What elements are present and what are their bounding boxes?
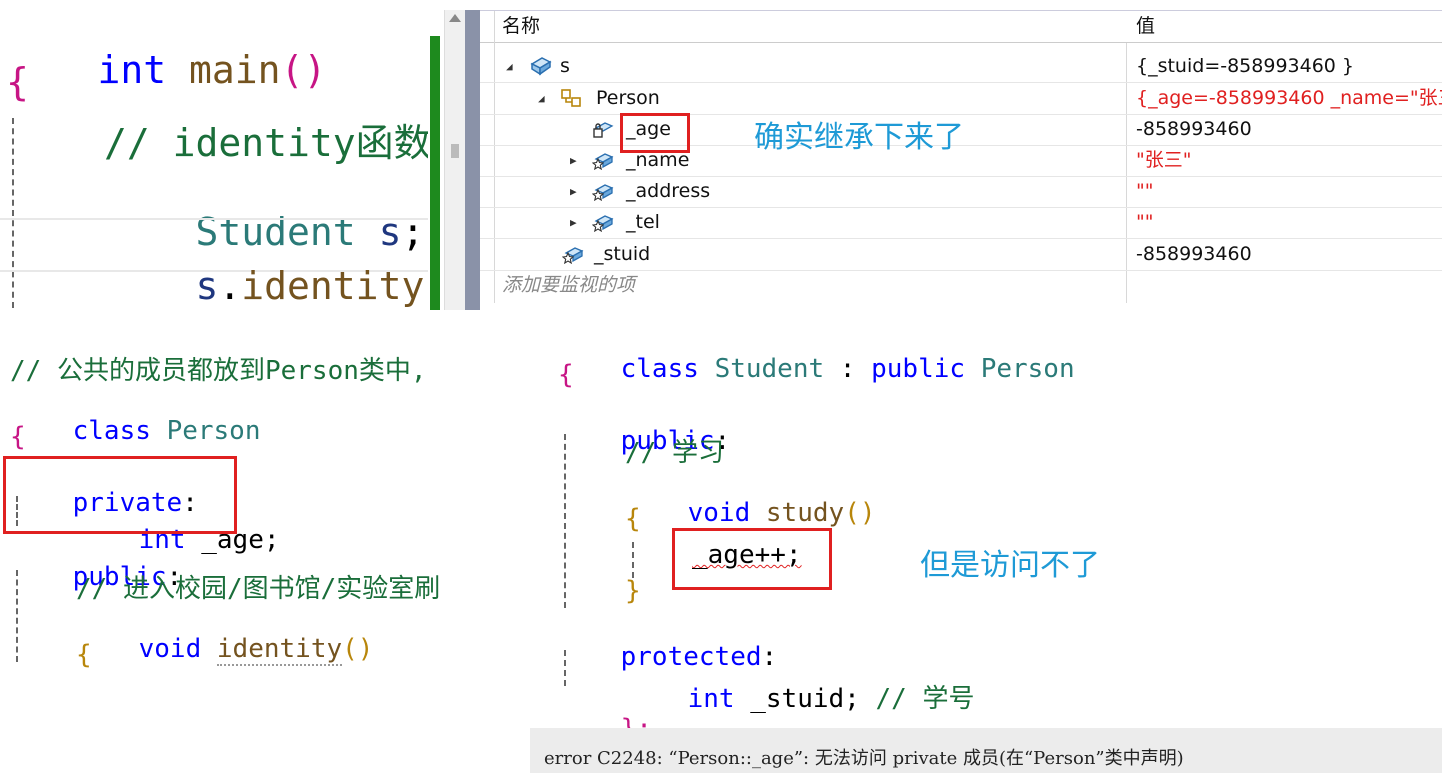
identity-signature-line: void identity() [76, 604, 373, 670]
collapse-triangle-icon[interactable]: ◢ [538, 83, 545, 114]
protected-field-icon [592, 215, 614, 232]
member-stuid: _stuid; [750, 684, 860, 714]
type-person: Person [980, 354, 1075, 384]
row-name: _tel [626, 211, 660, 233]
row-value: {_stuid=-858993460 } [1136, 55, 1355, 77]
row-value: "" [1136, 211, 1154, 233]
row-value: -858993460 [1136, 243, 1252, 265]
student-close-brace: }; [558, 684, 652, 730]
keyword-int: int [687, 684, 735, 714]
protected-field-icon [592, 153, 614, 170]
function-identity: identity [216, 634, 343, 666]
row-value: {_age=-858993460 _name="张三" [1136, 87, 1442, 109]
annotation-inherited: 确实继承下来了 [754, 120, 964, 155]
watch-row-person[interactable]: ◢ Person {_age=-858993460 _name="张三" [480, 83, 1442, 115]
row-value: "" [1136, 180, 1154, 202]
watch-row-stuid[interactable]: _stuid -858993460 [480, 239, 1442, 271]
error-bar: error C2248: “Person::_age”: 无法访问 privat… [530, 728, 1442, 773]
row-name: s [560, 55, 570, 77]
add-watch-row[interactable]: 添加要监视的项 [480, 270, 1442, 301]
protected-field-icon [562, 247, 584, 264]
protected-field-icon [592, 184, 614, 201]
splitter[interactable] [465, 10, 480, 310]
row-value: -858993460 [1136, 118, 1252, 140]
main-open-brace: { [6, 60, 29, 104]
keyword-int: int [97, 48, 167, 92]
watch-row-tel[interactable]: ▶ _tel "" [480, 207, 1442, 239]
identity-call-line: s.identity(); [104, 220, 428, 310]
call-parens: () [424, 264, 428, 308]
function-study: study [765, 498, 845, 528]
watch-row-s[interactable]: ◢ s {_stuid=-858993460 } [480, 51, 1442, 83]
comment-stuid: // 学号 [875, 684, 975, 714]
object-icon [530, 57, 552, 76]
indent-guide [12, 118, 14, 308]
indent-guide [16, 570, 18, 662]
call-object: s [195, 264, 219, 308]
type-student: Student [714, 354, 825, 384]
watch-header: 名称 值 [480, 11, 1442, 43]
row-name: _stuid [594, 243, 651, 265]
inheritance-colon: : [839, 354, 856, 384]
indent-guide [564, 650, 566, 686]
change-indicator-bar [430, 36, 440, 310]
keyword-class: class [72, 416, 151, 446]
student-open-brace: { [558, 360, 574, 390]
person-open-brace: { [10, 422, 26, 452]
student-class-code: class Student : public Person { public: … [530, 310, 1442, 730]
expand-triangle-icon[interactable]: ▶ [570, 176, 577, 207]
row-value: "张三" [1136, 149, 1192, 171]
scroll-up-arrow-icon[interactable] [449, 14, 461, 22]
keyword-class: class [620, 354, 699, 384]
age-highlight-box [620, 113, 690, 153]
person-class-code: // 公共的成员都放到Person类中, class Person { priv… [0, 340, 452, 670]
header-value[interactable]: 值 [1136, 11, 1155, 42]
comment-person-members: // 公共的成员都放到Person类中, [10, 356, 427, 386]
call-function-identity: identity [241, 264, 425, 308]
indent-guide [632, 542, 634, 578]
top-code-editor: int main() { // identity函数 Student s; s.… [0, 0, 428, 310]
row-name: _address [626, 180, 711, 202]
parens: () [342, 634, 374, 664]
identity-open-brace: { [76, 640, 92, 670]
keyword-public: public [871, 354, 966, 384]
keyword-void: void [687, 498, 751, 528]
collapse-triangle-icon[interactable]: ◢ [506, 51, 513, 82]
study-open-brace: { [625, 504, 641, 534]
comment-study: // 学习 [625, 438, 724, 468]
error-message: error C2248: “Person::_age”: 无法访问 privat… [544, 748, 1184, 769]
comment-identity: // 进入校园/图书馆/实验室刷 [76, 574, 441, 604]
parens: () [844, 498, 876, 528]
comment-line: // identity函数 [104, 121, 428, 165]
type-person: Person [166, 416, 261, 446]
base-class-icon [561, 89, 581, 107]
function-main: main [189, 48, 281, 92]
keyword-void: void [138, 634, 202, 664]
stuid-member-line: int _stuid; // 学号 [625, 648, 975, 730]
expand-triangle-icon[interactable]: ▶ [570, 207, 577, 238]
private-age-highlight-box [3, 456, 237, 534]
study-close-brace: } [625, 576, 641, 606]
lock-field-icon [593, 122, 614, 138]
expand-triangle-icon[interactable]: ▶ [570, 145, 577, 176]
add-watch-input[interactable]: 添加要监视的项 [502, 270, 635, 301]
vertical-scrollbar[interactable] [444, 10, 465, 310]
watch-row-address[interactable]: ▶ _address "" [480, 176, 1442, 208]
watch-window: 名称 值 ◢ s {_stuid=-858993460 } ◢ Person {… [480, 10, 1442, 303]
indent-guide [564, 434, 566, 608]
scroll-thumb[interactable] [451, 144, 459, 158]
call-dot: . [218, 264, 242, 308]
annotation-cannot-access: 但是访问不了 [920, 548, 1100, 583]
row-name: Person [596, 87, 660, 109]
parens: () [280, 48, 327, 92]
age-access-error-box [672, 528, 832, 590]
header-name[interactable]: 名称 [502, 11, 540, 42]
